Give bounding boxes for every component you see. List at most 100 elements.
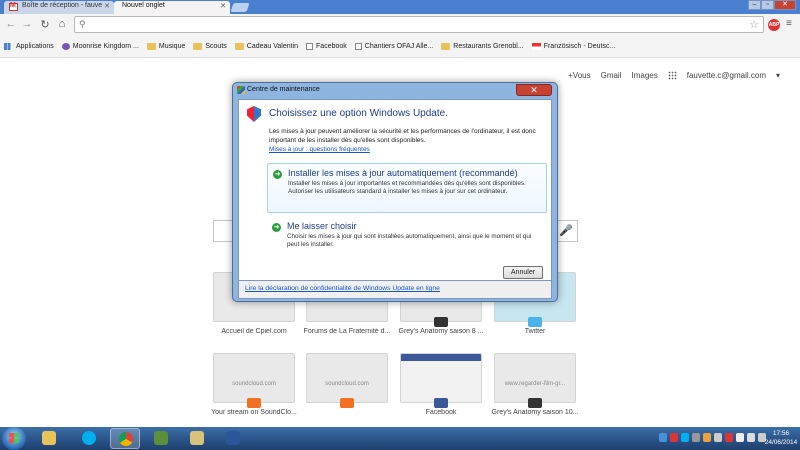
address-bar[interactable]: ⚲ ☆ (74, 16, 764, 33)
tray-icon[interactable] (714, 433, 722, 442)
tile-caption: Twitter (524, 328, 546, 335)
bookmark-scouts[interactable]: Scouts (193, 43, 227, 50)
tray-icon[interactable] (681, 433, 689, 442)
tray-icon[interactable] (659, 433, 667, 442)
cancel-button[interactable]: Annuler (503, 266, 543, 279)
forward-icon[interactable]: → (20, 18, 34, 30)
skype-icon (82, 431, 96, 445)
account-link[interactable]: fauvette.c@gmail.com (687, 71, 766, 80)
system-clock[interactable]: 17:56 24/06/2014 (764, 429, 798, 447)
apps-launcher-icon[interactable] (667, 71, 677, 80)
plus-link[interactable]: +Vous (568, 71, 590, 80)
green-arrow-icon: ➜ (273, 170, 282, 179)
chevron-down-icon[interactable]: ▾ (776, 71, 780, 80)
page-icon (306, 43, 314, 50)
menu-icon[interactable]: ≡ (786, 18, 792, 29)
flag-icon (531, 43, 541, 50)
option-let-me-choose[interactable]: ➜ Me laisser choisir Choisir les mises à… (267, 217, 547, 253)
most-visited-tile[interactable]: soundcloud.com (306, 353, 388, 408)
tray-icon[interactable] (670, 433, 678, 442)
privacy-link[interactable]: Lire la déclaration de confidentialité d… (245, 285, 440, 292)
apps-grid-icon (4, 43, 13, 50)
bookmark-star-icon[interactable]: ☆ (749, 18, 759, 31)
tile-caption: Grey's Anatomy saison 10... (491, 409, 579, 416)
page-icon (354, 43, 362, 50)
windows-update-dialog: Centre de maintenance ✕ Choisissez une o… (232, 82, 558, 302)
maximize-button[interactable]: ▫ (761, 0, 774, 10)
dialog-heading: Choisissez une option Windows Update. (269, 108, 448, 119)
faq-link[interactable]: Mises à jour : questions fréquentes (269, 146, 370, 153)
tile-text: www.regarder-film-gr... (504, 381, 566, 387)
browser-toolbar: ← → ↻ ⌂ ⚲ ☆ ABP ≡ (0, 14, 800, 36)
tray-icon[interactable] (725, 433, 733, 442)
search-icon: ⚲ (79, 19, 86, 29)
bookmark-restaurants[interactable]: Restaurants Grenobl... (441, 43, 524, 50)
bookmark-franzosisch[interactable]: Französisch - Deutsc... (531, 43, 616, 50)
bookmark-chantiers[interactable]: Chantiers OFAJ Alle... (354, 43, 433, 50)
option-automatic-updates[interactable]: ➜ Installer les mises à jour automatique… (267, 163, 547, 213)
bookmark-label: Facebook (316, 43, 347, 50)
system-tray (659, 433, 766, 442)
dialog-footer: Lire la déclaration de confidentialité d… (238, 281, 552, 299)
taskbar-app[interactable] (182, 428, 212, 449)
close-window-button[interactable]: ✕ (774, 0, 796, 10)
dialog-body: Choisissez une option Windows Update. Le… (238, 99, 552, 281)
bookmarks-bar: Applications Moonrise Kingdom ... Musiqu… (0, 36, 800, 58)
microphone-icon[interactable]: 🎤 (559, 224, 573, 237)
most-visited-tile[interactable]: www.regarder-film-gr... (494, 353, 576, 408)
tile-caption: Facebook (425, 409, 457, 416)
close-tab-icon[interactable]: ✕ (220, 2, 226, 10)
gmail-link[interactable]: Gmail (601, 71, 622, 80)
tray-icon[interactable] (736, 433, 744, 442)
tray-icon[interactable] (703, 433, 711, 442)
bookmark-facebook[interactable]: Facebook (306, 43, 347, 50)
most-visited-tile[interactable] (400, 353, 482, 408)
bookmark-label: Applications (16, 43, 54, 50)
volume-icon[interactable] (747, 433, 755, 442)
tile-caption: Accueil de Cpiel.com (221, 328, 287, 335)
minimize-button[interactable]: – (748, 0, 761, 10)
shield-icon (247, 106, 261, 122)
folder-icon (441, 43, 451, 50)
chrome-icon (119, 432, 133, 446)
reload-icon[interactable]: ↻ (38, 18, 52, 31)
most-visited-tile[interactable]: soundcloud.com (213, 353, 295, 408)
images-link[interactable]: Images (631, 71, 657, 80)
tray-icon[interactable] (692, 433, 700, 442)
start-button[interactable] (2, 427, 26, 450)
tab-label: Nouvel onglet (122, 2, 165, 9)
bookmark-cadeau[interactable]: Cadeau Valentin (234, 43, 299, 50)
tab-new-tab[interactable]: Nouvel onglet ✕ (114, 1, 230, 14)
close-tab-icon[interactable]: ✕ (104, 2, 110, 10)
dialog-close-button[interactable]: ✕ (516, 84, 552, 96)
bookmark-label: Restaurants Grenobl... (453, 43, 524, 50)
folder-icon (146, 43, 156, 50)
soundcloud-icon (340, 398, 354, 408)
bookmark-label: Französisch - Deutsc... (543, 43, 616, 50)
bookmark-label: Cadeau Valentin (246, 43, 299, 50)
taskbar-evernote[interactable] (146, 428, 176, 449)
maintenance-flag-icon (237, 86, 245, 94)
bookmark-applications[interactable]: Applications (4, 43, 54, 50)
green-arrow-icon: ➜ (272, 223, 281, 232)
taskbar-word[interactable] (218, 428, 248, 449)
taskbar-skype[interactable] (74, 428, 104, 449)
tile-caption: Grey's Anatomy saison 8 ... (398, 328, 484, 335)
adblock-icon[interactable]: ABP (768, 19, 780, 31)
notes-icon (190, 431, 204, 445)
folder-icon (193, 43, 203, 50)
home-icon[interactable]: ⌂ (55, 18, 69, 30)
moon-icon (61, 43, 70, 50)
option-title: Me laisser choisir (287, 221, 357, 231)
evernote-icon (154, 431, 168, 445)
taskbar-chrome[interactable] (110, 428, 140, 449)
tab-gmail[interactable]: Boîte de réception - fauve ✕ (4, 1, 114, 14)
taskbar-explorer[interactable] (34, 428, 64, 449)
bookmark-musique[interactable]: Musique (146, 43, 186, 50)
tv-icon (528, 398, 542, 408)
bookmark-label: Musique (158, 43, 186, 50)
back-icon[interactable]: ← (4, 18, 18, 30)
new-tab-button[interactable] (230, 3, 250, 12)
bookmark-moonrise[interactable]: Moonrise Kingdom ... (61, 43, 139, 50)
tile-caption: Your stream on SoundClo... (211, 409, 297, 416)
